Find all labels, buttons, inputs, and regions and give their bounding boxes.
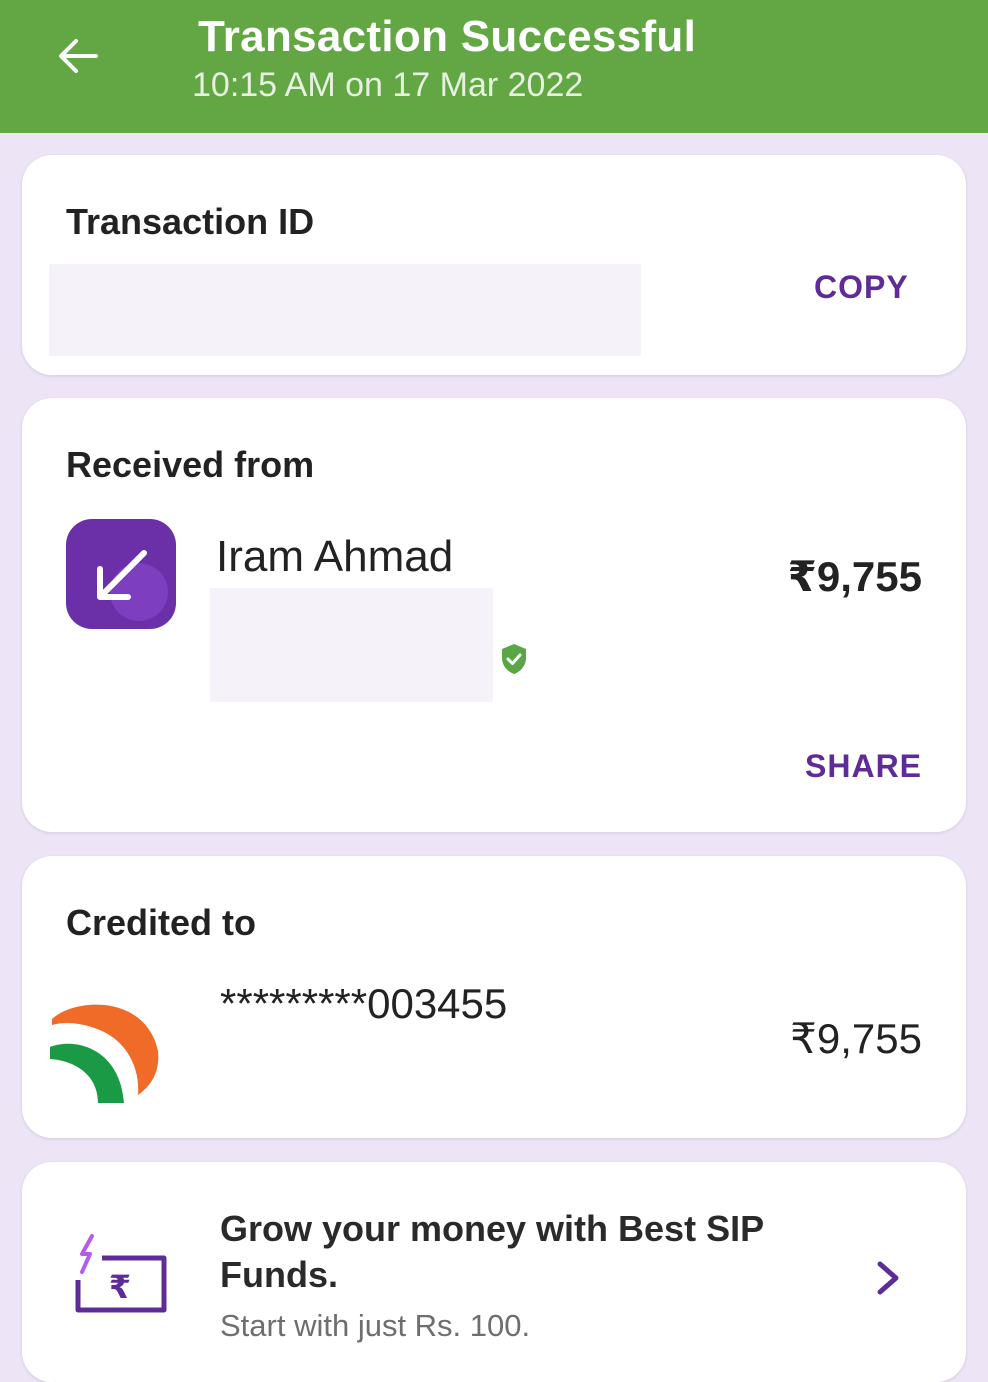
app-header: Transaction Successful 10:15 AM on 17 Ma… bbox=[0, 0, 988, 133]
arrow-down-left-icon bbox=[97, 550, 147, 600]
promo-title: Grow your money with Best SIP Funds. bbox=[220, 1208, 764, 1295]
received-amount: ₹9,755 bbox=[787, 553, 922, 600]
back-button[interactable] bbox=[44, 22, 112, 90]
transaction-timestamp: 10:15 AM on 17 Mar 2022 bbox=[192, 66, 584, 104]
received-from-card: Received from Iram Ahmad ₹9,755 SHARE bbox=[22, 398, 966, 832]
transaction-id-label: Transaction ID bbox=[66, 201, 315, 242]
sender-name: Iram Ahmad bbox=[216, 532, 454, 581]
promo-subtitle: Start with just Rs. 100. bbox=[220, 1308, 531, 1343]
transaction-id-value bbox=[49, 264, 641, 356]
received-avatar bbox=[66, 519, 176, 629]
rupee-card-icon: ₹ bbox=[75, 1234, 167, 1313]
svg-text:₹: ₹ bbox=[109, 1268, 131, 1306]
page-title: Transaction Successful bbox=[198, 12, 697, 61]
copy-button[interactable]: COPY bbox=[814, 269, 909, 306]
share-button[interactable]: SHARE bbox=[805, 748, 922, 785]
sender-upi-id bbox=[210, 588, 493, 702]
credited-amount: ₹9,755 bbox=[790, 1015, 922, 1062]
arrow-left-icon bbox=[59, 39, 98, 73]
verified-shield-icon bbox=[502, 644, 526, 674]
transaction-id-card: Transaction ID COPY bbox=[22, 155, 966, 375]
upi-bank-logo bbox=[50, 1004, 159, 1103]
credited-account-number: *********003455 bbox=[220, 980, 508, 1027]
received-from-label: Received from bbox=[66, 444, 315, 485]
credited-to-label: Credited to bbox=[66, 902, 257, 943]
chevron-right-icon[interactable] bbox=[870, 1256, 906, 1300]
sip-promo-card[interactable]: ₹ Grow your money with Best SIP Funds. S… bbox=[22, 1162, 966, 1382]
credited-to-card: Credited to *********003455 ₹9,755 bbox=[22, 856, 966, 1138]
